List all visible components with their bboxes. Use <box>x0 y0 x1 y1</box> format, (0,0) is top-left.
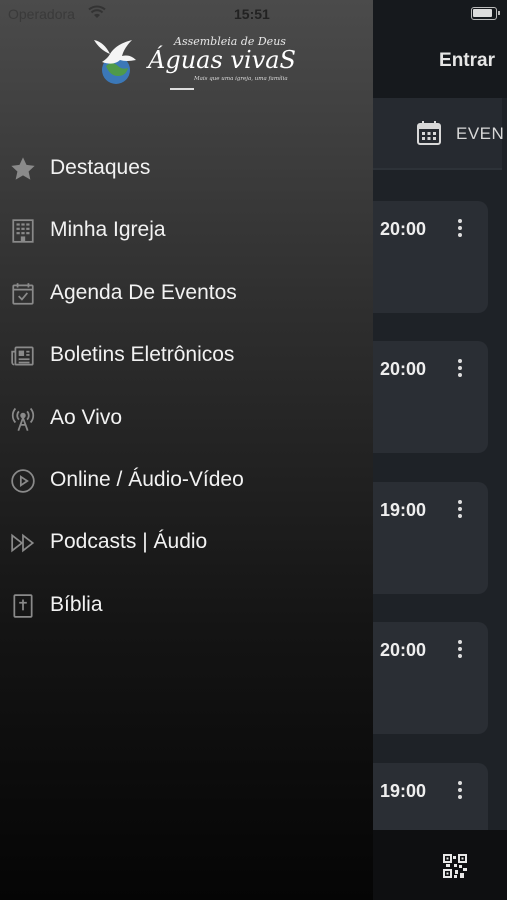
menu-item-label: Podcasts | Áudio <box>50 530 208 554</box>
status-time: 15:51 <box>234 6 270 22</box>
menu-item-label: Online / Áudio-Vídeo <box>50 467 244 491</box>
calendar-check-icon <box>9 280 37 308</box>
event-time: 20:00 <box>380 359 427 379</box>
menu-item-podcasts[interactable]: Podcasts | Áudio <box>0 511 373 573</box>
navigation-drawer: Assembleia de Deus Águas vivaS Mais que … <box>0 0 373 900</box>
status-bar: Operadora 15:51 <box>0 0 507 28</box>
menu-item-label: Destaques <box>50 156 151 179</box>
logo-divider <box>170 88 194 90</box>
tab-events[interactable]: EVEN <box>372 98 505 170</box>
menu-item-minha-igreja[interactable]: Minha Igreja <box>0 199 373 261</box>
wifi-icon <box>88 5 106 18</box>
menu-item-label: Minha Igreja <box>50 218 166 242</box>
more-options-icon[interactable] <box>454 781 466 801</box>
menu-item-label: Bíblia <box>50 592 103 616</box>
play-circle-icon <box>9 467 37 495</box>
more-options-icon[interactable] <box>454 500 466 520</box>
menu-item-agenda[interactable]: Agenda De Eventos <box>0 262 373 324</box>
calendar-icon <box>417 121 441 145</box>
tab-events-label: EVEN <box>456 124 505 143</box>
star-icon <box>9 155 37 183</box>
fast-forward-icon <box>9 529 37 557</box>
menu-item-destaques[interactable]: Destaques <box>0 137 373 199</box>
drawer-menu: Destaques Minha Igreja Agenda De Eventos… <box>0 137 373 636</box>
menu-item-biblia[interactable]: Bíblia <box>0 574 373 636</box>
dove-globe-icon <box>94 40 136 84</box>
event-time: 20:00 <box>380 640 427 660</box>
menu-item-label: Agenda De Eventos <box>50 280 237 304</box>
building-icon <box>9 217 37 245</box>
more-options-icon[interactable] <box>454 359 466 379</box>
event-time: 19:00 <box>380 500 427 520</box>
login-button[interactable]: Entrar <box>439 50 495 72</box>
carrier-name: Operadora <box>8 6 75 22</box>
menu-item-ao-vivo[interactable]: Ao Vivo <box>0 387 373 449</box>
more-options-icon[interactable] <box>454 640 466 660</box>
logo-title: Águas vivaS <box>148 46 296 74</box>
battery-icon <box>471 7 500 20</box>
menu-item-label: Ao Vivo <box>50 405 122 429</box>
broadcast-icon <box>9 405 37 433</box>
logo-tagline: Mais que uma igreja, uma família <box>194 76 288 82</box>
event-time: 20:00 <box>380 219 427 239</box>
menu-item-boletins[interactable]: Boletins Eletrônicos <box>0 324 373 386</box>
newspaper-icon <box>9 342 37 370</box>
church-logo: Assembleia de Deus Águas vivaS Mais que … <box>90 32 296 90</box>
qr-code-icon[interactable] <box>443 854 467 878</box>
event-time: 19:00 <box>380 781 427 801</box>
menu-item-label: Boletins Eletrônicos <box>50 343 235 367</box>
menu-item-online-audio-video[interactable]: Online / Áudio-Vídeo <box>0 449 373 511</box>
more-options-icon[interactable] <box>454 219 466 239</box>
bible-icon <box>9 592 37 620</box>
